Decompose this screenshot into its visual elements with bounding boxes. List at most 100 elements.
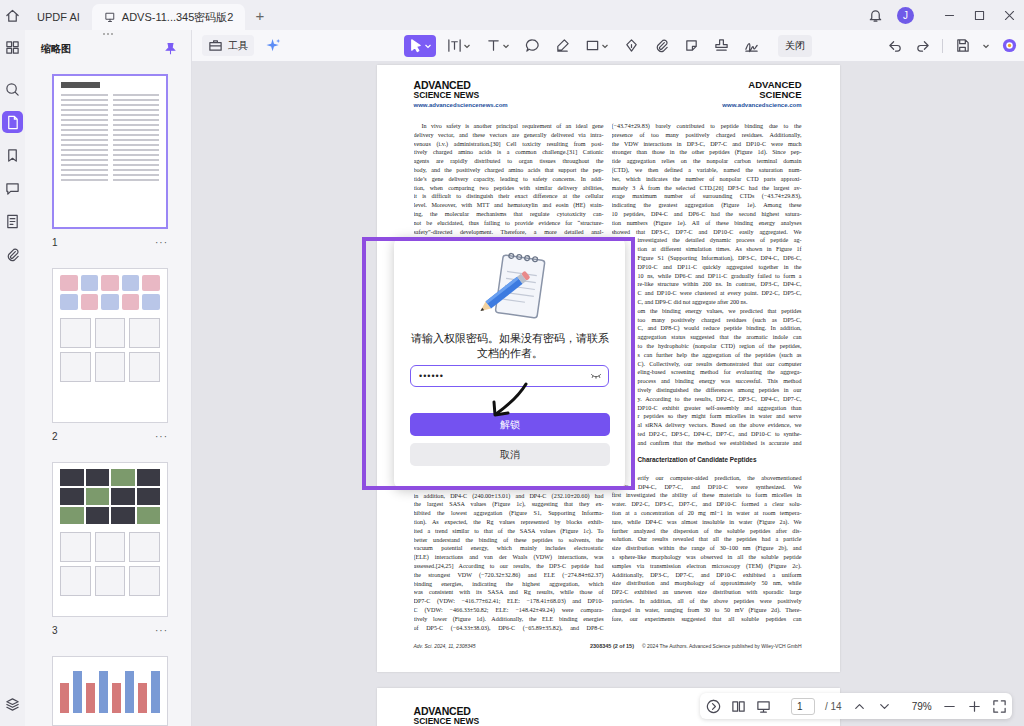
text-line: Figure S1 (Supporting Information), DP3-… (612, 254, 802, 263)
avatar[interactable]: J (897, 7, 914, 24)
chart-bar (99, 671, 108, 714)
figure-panel (122, 275, 140, 291)
thumbnail-figure (60, 532, 160, 596)
page-thumbnail[interactable] (52, 74, 168, 229)
page-header: ADVANCEDSCIENCE NEWSwww.advancedsciencen… (414, 80, 802, 122)
page-icon (5, 115, 20, 130)
rail-item[interactable] (2, 210, 23, 232)
updf-logo-icon[interactable] (1002, 38, 1017, 53)
password-field[interactable]: •••••• (410, 365, 609, 387)
tool-button[interactable] (521, 35, 544, 57)
close-tools-button[interactable]: 关闭 (778, 35, 812, 57)
sticker-icon (684, 38, 699, 53)
eye-closed-icon[interactable] (590, 370, 602, 382)
text-line: C (VDW: −466.33±50.82; ELE: −148.42±49.2… (414, 606, 604, 615)
tool-button[interactable] (581, 35, 613, 57)
text-line: process and binding energy was successfu… (612, 377, 802, 386)
journal-url[interactable]: www.advancedscience.com (722, 102, 801, 108)
drag-dot-icon (111, 33, 113, 35)
toolbox-icon (208, 38, 223, 53)
page-thumbnail[interactable] (52, 656, 168, 726)
thumbnail-item[interactable]: 1··· (52, 74, 168, 255)
thumbnail-line (113, 154, 160, 156)
rail-item[interactable] (2, 36, 23, 58)
drag-handle[interactable] (25, 30, 191, 38)
text-line: further analyzed the dispersion of the s… (612, 527, 802, 536)
layers-icon (5, 697, 20, 712)
cancel-button[interactable]: 取消 (410, 443, 610, 466)
save-icon[interactable] (955, 38, 970, 53)
figure-panel (60, 352, 91, 382)
zoom-level[interactable]: 79% (912, 701, 932, 712)
close-icon[interactable] (1003, 9, 1016, 22)
thumbnail-item[interactable]: 2··· (52, 268, 168, 449)
tool-button[interactable] (482, 35, 514, 57)
text-line: ing, the molecular mechanisms that regul… (414, 210, 604, 219)
journal-url[interactable]: www.advancedsciencenews.com (414, 102, 508, 108)
zoom-out-icon[interactable] (942, 699, 957, 714)
thumbnail-line (61, 144, 108, 146)
text-line: assessed.[24,25] According to our result… (414, 562, 604, 571)
zoom-in-icon[interactable] (967, 699, 982, 714)
password-value: •••••• (419, 371, 444, 381)
tool-button[interactable] (710, 35, 733, 57)
tool-button[interactable] (551, 35, 574, 57)
thumbnail-item[interactable]: 3··· (52, 462, 168, 643)
new-tab-button[interactable]: + (255, 7, 264, 24)
thumbnail-line (113, 164, 160, 166)
presentation-icon[interactable] (756, 699, 771, 714)
text-line: samples via transmission electron micros… (612, 562, 802, 571)
tool-button[interactable] (620, 35, 643, 57)
tool-button[interactable] (650, 35, 673, 57)
more-button[interactable]: ··· (155, 237, 168, 248)
thumbnail-line (61, 104, 108, 106)
rail-item[interactable] (2, 243, 23, 265)
figure-panel (95, 318, 126, 348)
more-button[interactable]: ··· (155, 431, 168, 442)
more-button[interactable]: ··· (155, 625, 168, 636)
tool-button[interactable] (443, 35, 475, 57)
rail-item[interactable] (5, 697, 20, 726)
rail-item[interactable] (2, 111, 23, 133)
undo-icon[interactable] (888, 38, 903, 53)
text-line: tively distinguished the differences amo… (612, 386, 802, 395)
next-page-icon[interactable] (877, 699, 892, 714)
rail-item[interactable] (2, 144, 23, 166)
tab[interactable]: UPDF AI (25, 4, 92, 30)
ai-sparkle-icon[interactable] (266, 38, 281, 53)
text-line: mately 3 Å from the selected CTD.[26] DP… (612, 184, 802, 193)
home-button[interactable] (0, 8, 25, 23)
redo-icon[interactable] (915, 38, 930, 53)
figure-panel (60, 469, 84, 486)
tool-button[interactable] (740, 35, 763, 57)
highlighter-icon (555, 38, 570, 53)
rail-item[interactable] (2, 177, 23, 199)
text-line: y. According to the results, DP2-C, DP3-… (612, 395, 802, 404)
text-line: not be elucidated, thus failing to provi… (414, 219, 604, 228)
unlock-button[interactable]: 解锁 (410, 413, 610, 436)
text-line: investigated the detailed dynamic proces… (612, 236, 802, 245)
bell-icon[interactable] (868, 8, 883, 23)
page-thumbnail[interactable] (52, 268, 168, 423)
maximize-icon[interactable] (973, 9, 986, 22)
title-bar: UPDF AIADVS-11...345密码版2 + J (0, 0, 1024, 30)
text-line: agents are rapidly distributed to organ … (414, 157, 604, 166)
text-line: In vivo safety is another principal requ… (414, 122, 604, 131)
tools-button[interactable]: 工具 (202, 35, 254, 56)
copyright: © 2024 The Authors. Advanced Science pub… (642, 643, 802, 649)
rail-item[interactable] (2, 78, 23, 100)
fit-page-icon[interactable] (992, 699, 1007, 714)
tool-button[interactable] (404, 35, 436, 57)
tool-button[interactable] (680, 35, 703, 57)
figure-panel (60, 566, 91, 596)
caret-icon[interactable] (982, 42, 990, 50)
pin-icon[interactable] (164, 42, 177, 55)
minimize-icon[interactable] (943, 9, 956, 22)
tab[interactable]: ADVS-11...345密码版2 (92, 4, 246, 30)
page-number-input[interactable]: 1 (791, 698, 815, 715)
page-thumbnail[interactable] (52, 462, 168, 617)
caret-icon (463, 42, 471, 50)
page-layout-icon[interactable] (731, 699, 746, 714)
expand-arrow-icon[interactable] (706, 699, 721, 714)
previous-page-icon[interactable] (852, 699, 867, 714)
